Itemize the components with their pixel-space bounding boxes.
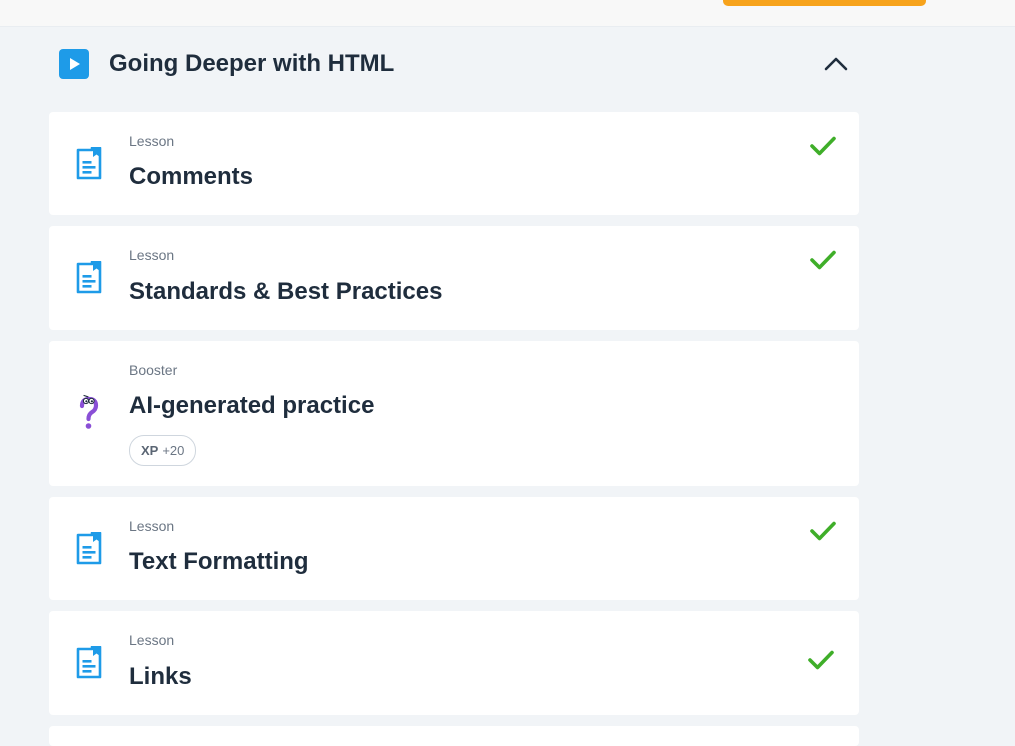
item-title: Text Formatting [129,548,309,575]
item-kind-label: Lesson [129,133,175,149]
xp-label: XP [141,443,159,458]
item-kind-label: Lesson [129,632,175,648]
lesson-card[interactable]: Lesson Links [49,611,859,715]
item-title: Links [129,663,192,690]
xp-value: +20 [162,443,185,458]
top-action-button[interactable] [723,0,926,6]
lesson-card[interactable]: Lesson Comments [49,112,859,215]
check-icon [809,520,837,542]
section-title: Going Deeper with HTML [109,50,395,77]
item-kind-label: Booster [129,362,178,378]
lesson-document-icon [76,531,102,566]
section-header[interactable]: Going Deeper with HTML [49,40,859,88]
check-icon [807,649,835,671]
check-icon [809,249,837,271]
lesson-document-icon [76,260,102,295]
item-kind-label: Lesson [129,518,175,534]
xp-badge: XP +20 [129,435,197,466]
item-title: Comments [129,163,254,190]
lesson-card[interactable]: Lesson Standards & Best Practices [49,226,859,330]
item-title: Standards & Best Practices [129,278,443,305]
booster-card[interactable]: Booster AI-generated practice XP +20 [49,341,859,486]
chevron-up-icon[interactable] [823,53,849,75]
lesson-document-icon [76,645,102,680]
lesson-card[interactable]: Lesson Text Formatting [49,497,859,600]
item-title: AI-generated practice [129,392,375,419]
check-icon [809,135,837,157]
play-icon [59,49,89,79]
item-kind-label: Lesson [129,247,175,263]
question-mark-icon [76,393,102,433]
lesson-document-icon [76,146,102,181]
lesson-card[interactable] [49,726,859,746]
